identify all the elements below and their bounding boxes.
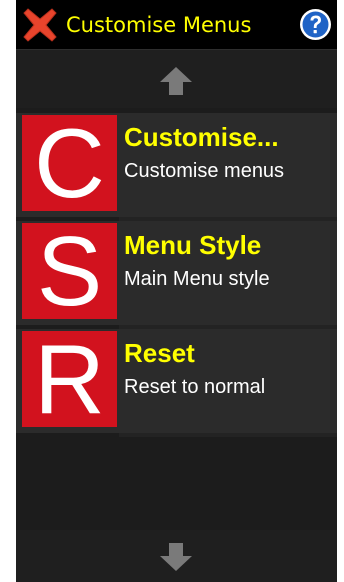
menu-item-subtitle: Customise menus: [124, 160, 285, 182]
close-button[interactable]: [22, 7, 58, 43]
menu-item-title: Customise...: [124, 122, 279, 152]
menu-item-subtitle: Reset to normal: [124, 376, 266, 398]
menu-list: C Customise... Customise menus S Menu St…: [16, 113, 337, 437]
close-x-icon: [23, 8, 57, 42]
menu-item-customise[interactable]: C Customise... Customise menus: [16, 113, 337, 221]
title-bar: Customise Menus: [16, 0, 337, 50]
menu-item-subtitle: Main Menu style: [124, 268, 270, 290]
menu-item-reset[interactable]: R Reset Reset to normal: [16, 329, 337, 437]
app-screen: Customise Menus C Customise... Customise…: [16, 0, 337, 582]
arrow-down-icon: [160, 543, 192, 571]
menu-item-letter-tile: C: [22, 114, 117, 212]
scroll-up-button[interactable]: [16, 50, 337, 108]
help-question-icon: [300, 9, 331, 40]
scroll-down-button[interactable]: [16, 530, 337, 582]
menu-item-title: Reset: [124, 338, 195, 368]
menu-item-text: Customise... Customise menus: [124, 121, 333, 183]
arrow-up-icon: [160, 67, 192, 95]
menu-empty-area: [16, 438, 337, 530]
menu-item-text: Reset Reset to normal: [124, 337, 333, 399]
help-button[interactable]: [299, 8, 332, 41]
menu-item-letter-tile: S: [22, 222, 117, 320]
menu-item-text: Menu Style Main Menu style: [124, 229, 333, 291]
menu-item-menu-style[interactable]: S Menu Style Main Menu style: [16, 221, 337, 329]
page-title: Customise Menus: [66, 13, 252, 37]
menu-item-letter-tile: R: [22, 330, 117, 428]
menu-item-title: Menu Style: [124, 230, 262, 260]
